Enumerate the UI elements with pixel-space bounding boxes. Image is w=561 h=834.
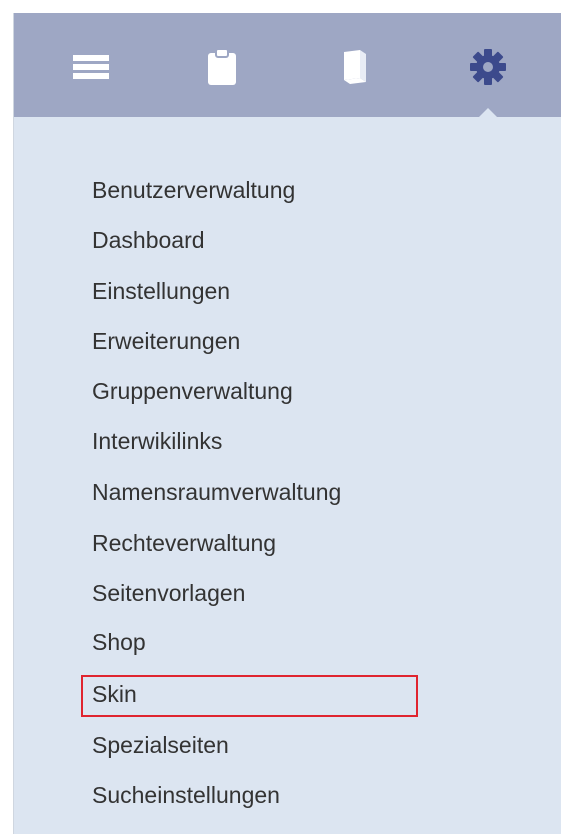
menu-item-dashboard[interactable]: Dashboard — [92, 223, 205, 257]
menu-item-sucheinstellungen[interactable]: Sucheinstellungen — [92, 778, 280, 812]
active-tab-caret — [479, 108, 497, 117]
menu-item-benutzerverwaltung[interactable]: Benutzerverwaltung — [92, 173, 295, 207]
highlight-box-skin — [81, 675, 418, 717]
menu-item-namensraumverwaltung[interactable]: Namensraumverwaltung — [92, 475, 341, 509]
menu-item-gruppenverwaltung[interactable]: Gruppenverwaltung — [92, 374, 293, 408]
book-icon[interactable] — [325, 43, 385, 91]
menu-item-spezialseiten[interactable]: Spezialseiten — [92, 728, 229, 762]
panel-toolbar — [14, 13, 561, 117]
menu-item-interwikilinks[interactable]: Interwikilinks — [92, 424, 222, 458]
menu-item-seitenvorlagen[interactable]: Seitenvorlagen — [92, 576, 245, 610]
menu-item-rechteverwaltung[interactable]: Rechteverwaltung — [92, 526, 276, 560]
menu-item-shop[interactable]: Shop — [92, 625, 146, 659]
clipboard-icon[interactable] — [192, 43, 252, 91]
admin-panel: Benutzerverwaltung Dashboard Einstellung… — [13, 13, 561, 834]
gear-icon[interactable] — [458, 43, 518, 91]
menu-item-einstellungen[interactable]: Einstellungen — [92, 274, 230, 308]
menu-item-erweiterungen[interactable]: Erweiterungen — [92, 324, 240, 358]
menu-lines-icon[interactable] — [61, 43, 121, 91]
